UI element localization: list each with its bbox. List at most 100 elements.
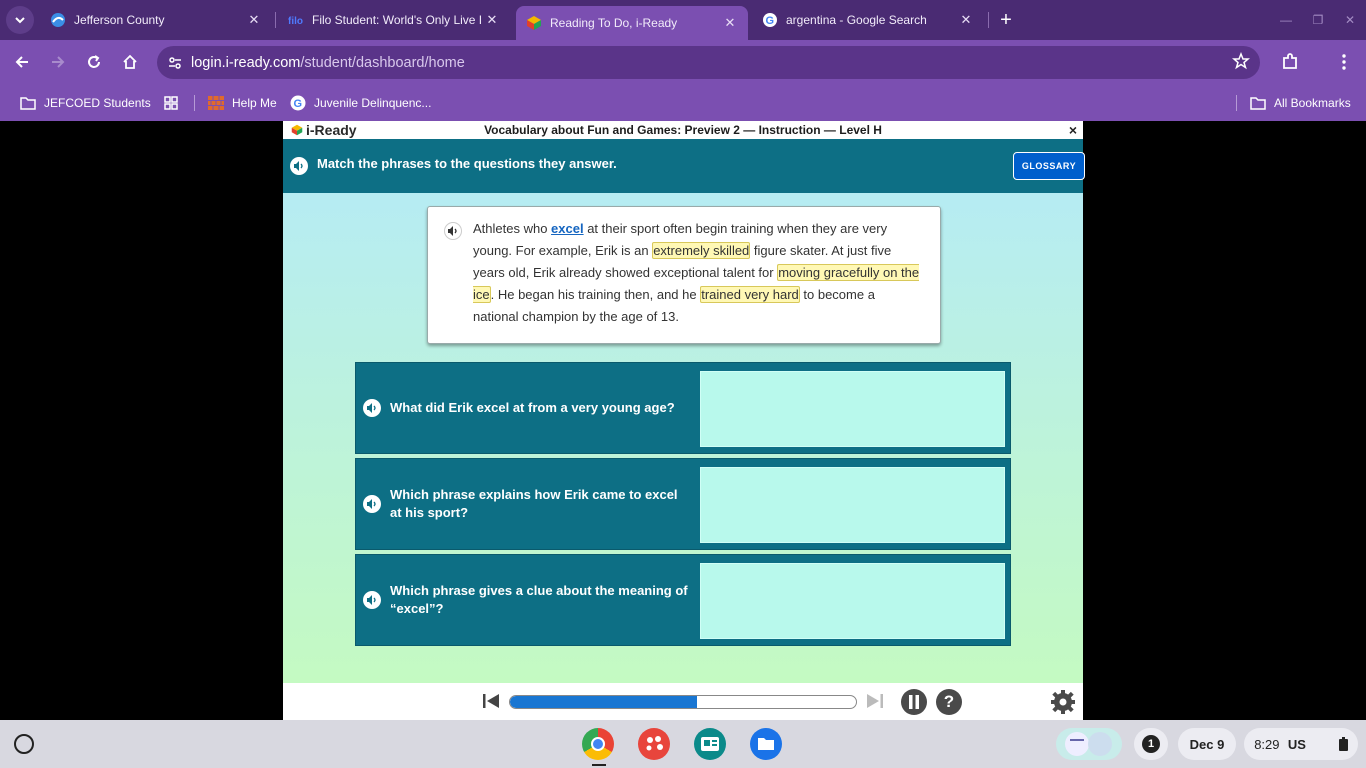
highlighted-phrase[interactable]: extremely skilled — [652, 242, 751, 259]
extensions-button[interactable] — [1276, 48, 1304, 76]
settings-button[interactable] — [1050, 689, 1076, 720]
launcher-icon[interactable] — [14, 734, 34, 754]
new-tab-button[interactable]: + — [994, 8, 1018, 32]
speaker-icon[interactable] — [363, 399, 381, 417]
answer-drop-zone[interactable] — [700, 371, 1005, 447]
tab-jefferson-county[interactable]: Jefferson County ✕ — [40, 0, 272, 40]
date-tray[interactable]: Dec 9 — [1178, 728, 1236, 760]
menu-button[interactable] — [1330, 48, 1358, 76]
tab-separator — [275, 12, 276, 28]
lesson-frame: i-Ready Vocabulary about Fun and Games: … — [283, 121, 1085, 720]
passage-text: Athletes who excel at their sport often … — [473, 221, 920, 324]
classroom-app-icon[interactable] — [694, 728, 726, 760]
canvas-app-icon[interactable] — [638, 728, 670, 760]
svg-text:G: G — [294, 98, 303, 110]
bookmark-label: Help Me — [232, 96, 277, 110]
tab-title: Filo Student: World's Only Live I — [312, 13, 483, 27]
bookmark-help-me[interactable]: Help Me — [208, 93, 277, 113]
tune-icon — [169, 56, 181, 69]
apps-grid-icon — [164, 96, 178, 110]
skip-next-icon — [867, 694, 883, 708]
reload-button[interactable] — [80, 48, 108, 76]
bookmark-juvenile-delinquency[interactable]: G Juvenile Delinquenc... — [290, 93, 431, 113]
close-tab-icon[interactable]: ✕ — [958, 12, 974, 28]
tab-argentina-search[interactable]: G argentina - Google Search ✕ — [752, 0, 984, 40]
speaker-icon[interactable] — [363, 495, 381, 513]
bookmark-star-icon[interactable] — [1232, 51, 1250, 75]
minimize-icon[interactable]: — — [1276, 10, 1296, 30]
svg-text:filo: filo — [288, 16, 303, 27]
activity-stage: Athletes who excel at their sport often … — [283, 193, 1083, 683]
brick-grid-icon — [208, 96, 224, 110]
back-arrow-icon — [15, 56, 28, 68]
system-shelf: 1 Dec 9 8:29 US — [0, 720, 1366, 768]
status-area[interactable]: 8:29 US — [1244, 728, 1358, 760]
address-bar[interactable]: login.i-ready.com/student/dashboard/home — [157, 46, 1260, 79]
help-button[interactable]: ? — [936, 689, 962, 715]
close-tab-icon[interactable]: ✕ — [484, 12, 500, 28]
bookmark-label: Juvenile Delinquenc... — [314, 96, 432, 110]
tab-reading-to-do[interactable]: Reading To Do, i-Ready ✕ — [516, 6, 748, 40]
lesson-progress-bar — [509, 695, 857, 709]
bookmarks-bar: JEFCOED Students Help Me G Juvenile Deli… — [0, 85, 1366, 121]
kebab-menu-icon — [1342, 54, 1346, 70]
forward-button[interactable] — [44, 48, 72, 76]
all-bookmarks-button[interactable]: All Bookmarks — [1250, 93, 1351, 113]
iready-cube-favicon-icon — [527, 16, 541, 30]
folder-icon — [1250, 97, 1266, 110]
holding-space-tray[interactable] — [1056, 728, 1122, 760]
speaker-icon[interactable] — [444, 222, 462, 240]
svg-text:G: G — [766, 15, 775, 27]
answer-drop-zone[interactable] — [700, 563, 1005, 639]
vocab-word-excel[interactable]: excel — [551, 221, 584, 236]
notifications-button[interactable]: 1 — [1134, 728, 1168, 760]
puzzle-icon — [1283, 53, 1297, 69]
highlighted-phrase[interactable]: trained very hard — [700, 286, 800, 303]
lesson-footer: ? — [283, 683, 1083, 720]
question-text: What did Erik excel at from a very young… — [390, 400, 675, 415]
tab-search-button[interactable] — [6, 6, 34, 34]
restore-icon[interactable]: ❐ — [1308, 10, 1328, 30]
bookmark-separator — [1236, 95, 1237, 111]
skip-previous-icon — [483, 694, 499, 708]
close-lesson-icon[interactable]: × — [1069, 122, 1077, 138]
filo-favicon-icon: filo — [288, 16, 303, 27]
close-tab-icon[interactable]: ✕ — [722, 15, 738, 31]
bookmark-label: JEFCOED Students — [44, 96, 151, 110]
chrome-app-icon[interactable] — [582, 728, 614, 760]
url-text: login.i-ready.com/student/dashboard/home — [191, 54, 465, 71]
question-row: Which phrase explains how Erik came to e… — [355, 458, 1011, 550]
forward-arrow-icon — [52, 56, 65, 68]
jefferson-county-favicon-icon — [51, 13, 65, 27]
locale-text: US — [1287, 736, 1306, 752]
lesson-title: Vocabulary about Fun and Games: Preview … — [484, 123, 882, 137]
speaker-icon[interactable] — [290, 157, 308, 175]
question-text: Which phrase explains how Erik came to e… — [390, 487, 678, 520]
bookmark-jefcoed-students[interactable]: JEFCOED Students — [20, 93, 151, 113]
battery-icon — [1338, 737, 1348, 751]
site-info-button[interactable] — [159, 55, 191, 71]
wifi-icon — [1314, 740, 1323, 750]
question-mark-icon: ? — [943, 692, 955, 711]
chevron-down-icon — [15, 17, 25, 24]
close-window-icon[interactable]: ✕ — [1340, 10, 1360, 30]
gear-icon — [1051, 690, 1075, 714]
home-button[interactable] — [116, 48, 144, 76]
back-button[interactable] — [8, 48, 36, 76]
reload-icon — [88, 55, 100, 68]
pause-icon — [909, 695, 919, 709]
apps-grid-button[interactable] — [164, 93, 186, 113]
previous-button[interactable] — [481, 691, 501, 716]
glossary-button[interactable]: GLOSSARY — [1013, 152, 1085, 180]
files-app-icon[interactable] — [750, 728, 782, 760]
next-button[interactable] — [865, 691, 885, 716]
all-bookmarks-label: All Bookmarks — [1274, 96, 1351, 110]
tab-separator — [988, 12, 989, 28]
tab-filo-student[interactable]: filo Filo Student: World's Only Live I ✕ — [278, 0, 510, 40]
pause-button[interactable] — [901, 689, 927, 715]
close-tab-icon[interactable]: ✕ — [246, 12, 262, 28]
time-text: 8:29 — [1254, 736, 1280, 752]
speaker-icon[interactable] — [363, 591, 381, 609]
answer-drop-zone[interactable] — [700, 467, 1005, 543]
progress-fill — [510, 696, 697, 708]
